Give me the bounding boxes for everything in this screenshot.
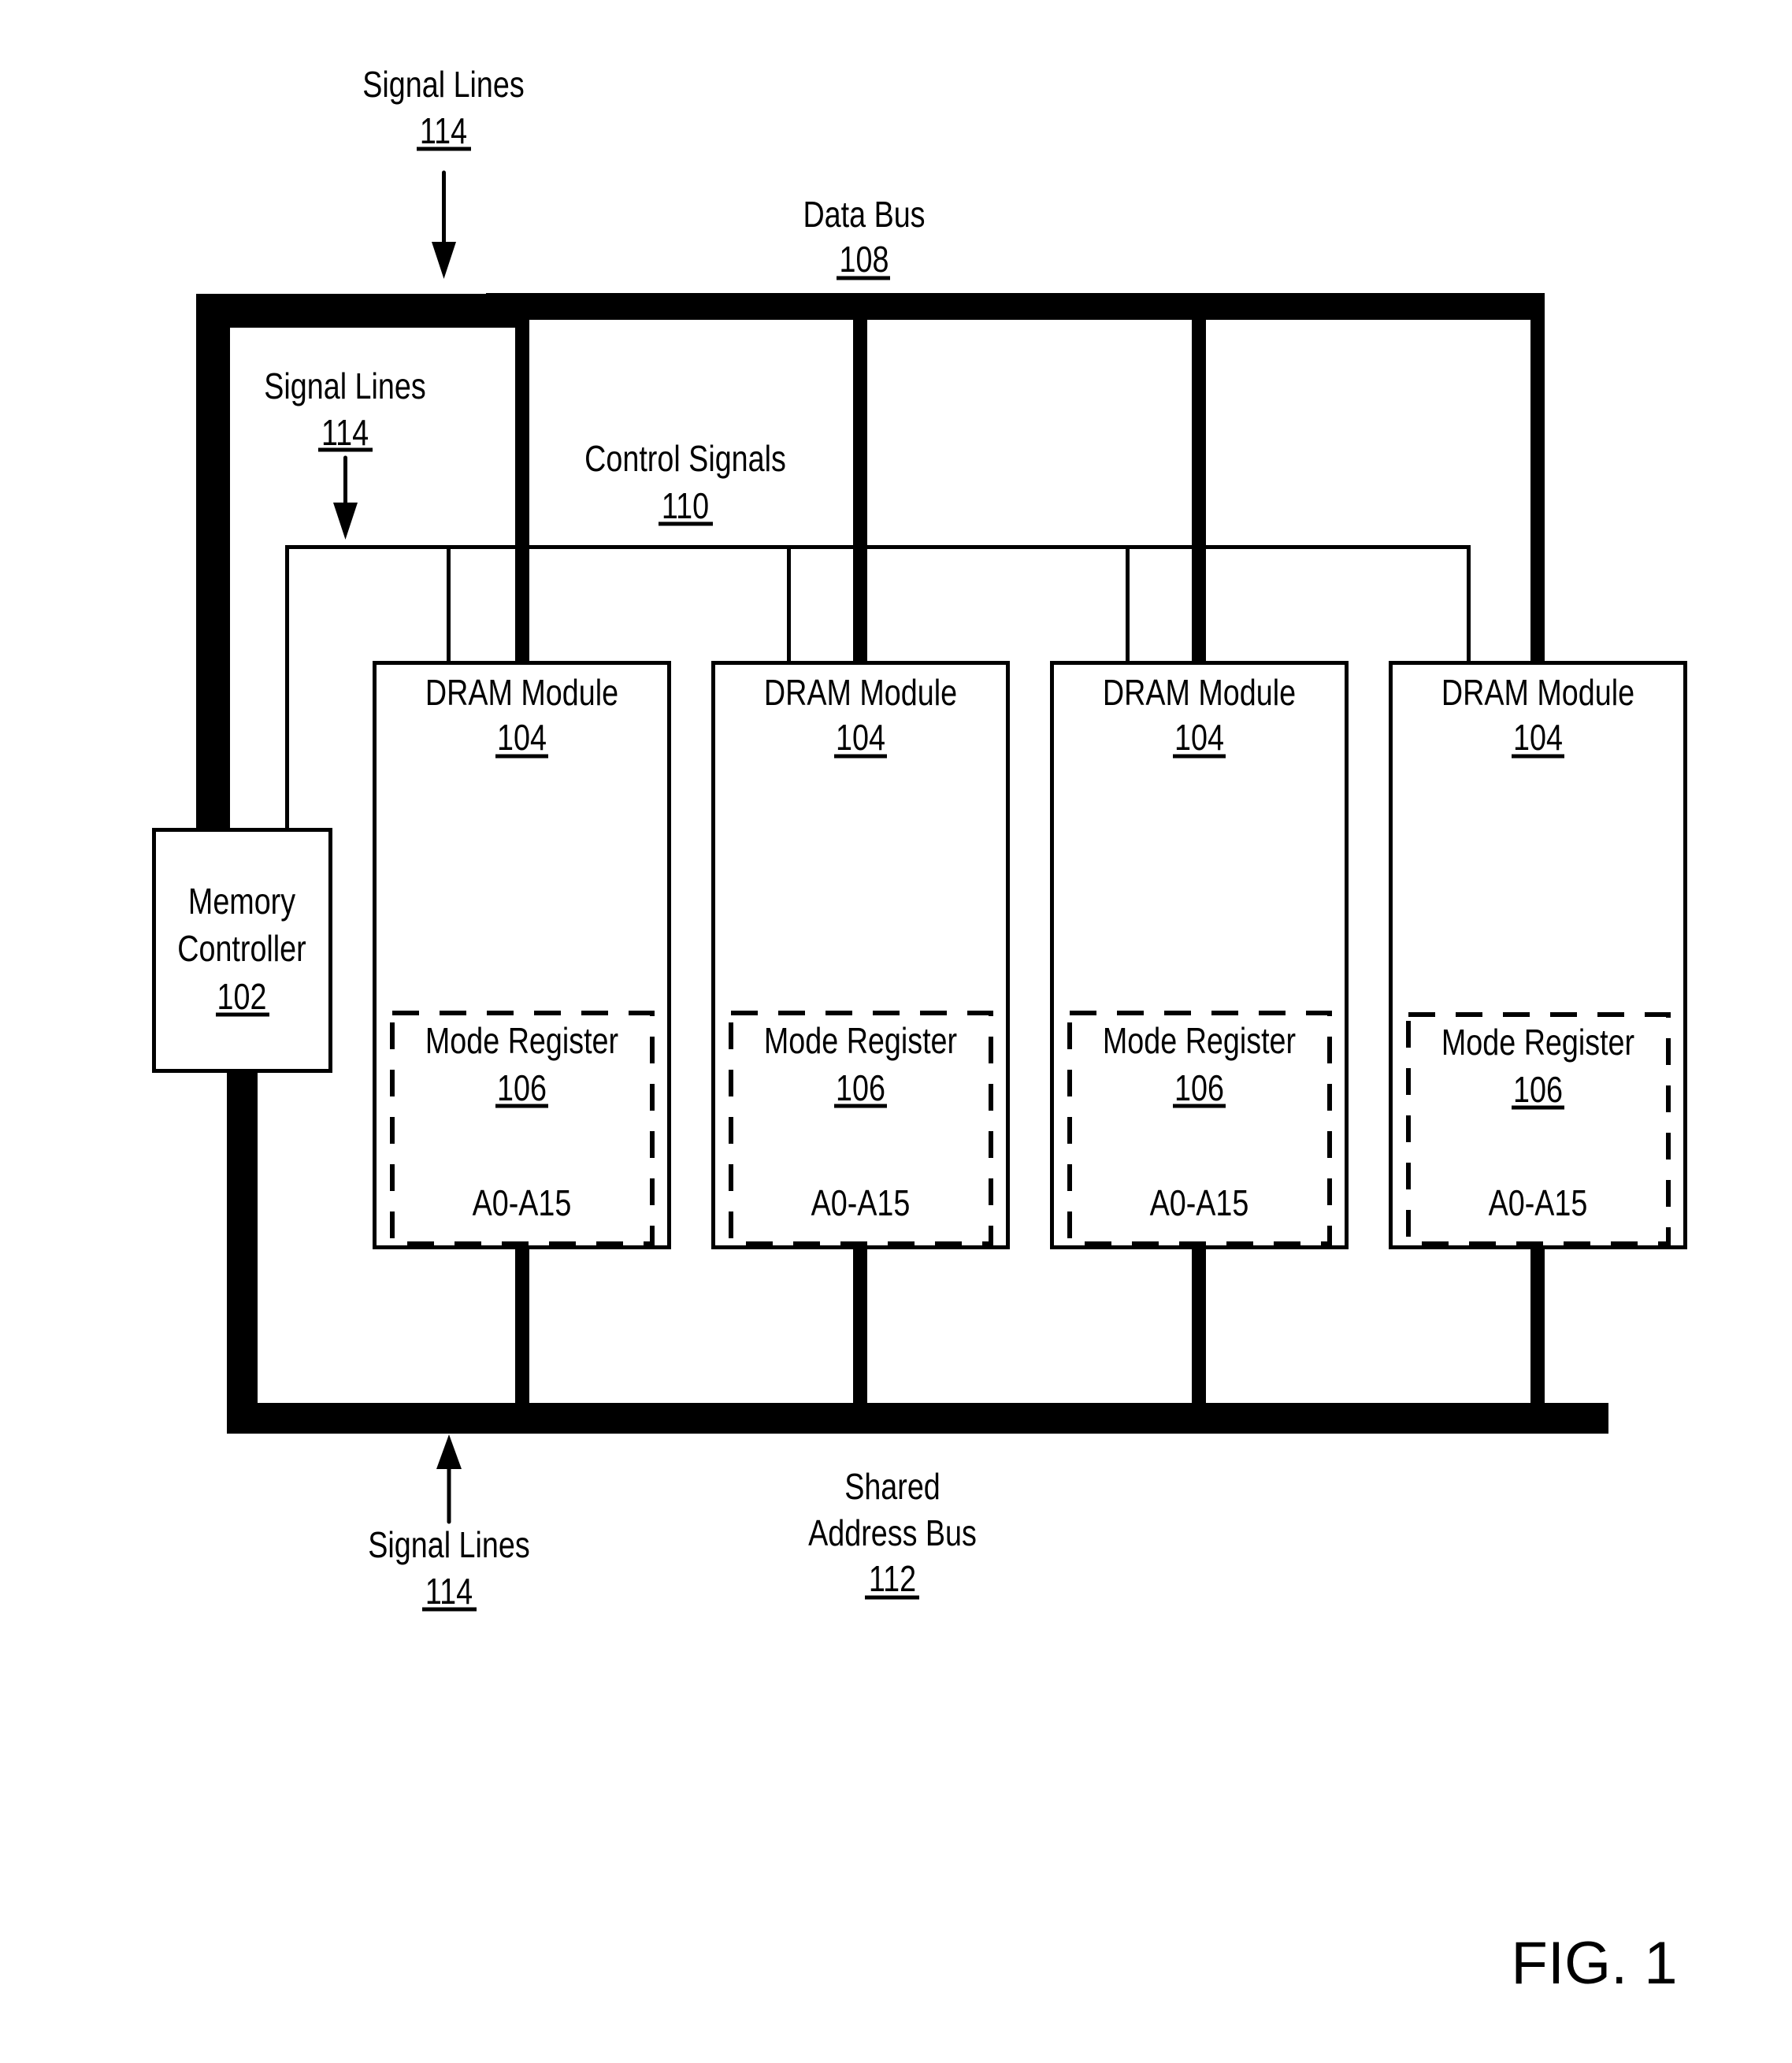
signal-lines-top-label: Signal Lines: [362, 64, 524, 104]
figure-caption: FIG. 1: [1511, 1930, 1677, 1997]
mode-register-pins: A0-A15: [1489, 1182, 1588, 1223]
signal-lines-inner-label: Signal Lines: [264, 365, 425, 406]
shared-address-bus-label-line1: Shared: [844, 1466, 941, 1506]
mode-register: Mode Register 106 A0-A15: [390, 1011, 655, 1246]
shared-address-bus-label-group: Shared Address Bus 112: [808, 1466, 977, 1600]
mode-register: Mode Register 106 A0-A15: [1406, 1012, 1671, 1246]
signal-lines-bottom-ref: 114: [425, 1571, 473, 1611]
address-bus-drop-3: [1192, 1249, 1206, 1407]
address-bus-horizontal: [227, 1403, 1608, 1434]
dram-module-ref: 104: [1174, 717, 1224, 757]
data-bus-drop-3: [1192, 293, 1206, 662]
memory-controller-label-line2: Controller: [177, 928, 306, 968]
shared-address-bus-ref: 112: [869, 1558, 916, 1598]
dram-module-ref: 104: [836, 717, 885, 757]
memory-controller-label-line1: Memory: [188, 881, 295, 921]
dram-module: DRAM Module 104 Mode Register 106 A0-A15: [711, 661, 1010, 1249]
signal-lines-bottom-label: Signal Lines: [368, 1524, 529, 1564]
control-signals-label: Control Signals: [584, 438, 786, 478]
dram-module-label: DRAM Module: [1441, 672, 1634, 712]
data-bus-right-vertical: [1530, 293, 1545, 662]
dram-module: DRAM Module 104 Mode Register 106 A0-A15: [1389, 661, 1687, 1249]
arrow-down-icon: [333, 455, 358, 540]
mode-register: Mode Register 106 A0-A15: [1067, 1011, 1332, 1246]
signal-lines-bottom: Signal Lines 114: [368, 1434, 530, 1612]
memory-controller-ref: 102: [217, 976, 267, 1016]
signal-lines-inner: Signal Lines 114: [264, 365, 426, 540]
shared-address-bus: [227, 1073, 1608, 1434]
mode-register-pins: A0-A15: [473, 1182, 572, 1223]
dram-module-label: DRAM Module: [764, 672, 957, 712]
data-bus-ref: 108: [840, 239, 889, 279]
mode-register-ref: 106: [1174, 1067, 1224, 1108]
mode-register: Mode Register 106 A0-A15: [729, 1011, 993, 1246]
address-bus-left-vertical: [227, 1073, 258, 1434]
address-bus-drop-2: [853, 1249, 867, 1407]
data-bus-label: Data Bus: [803, 194, 925, 234]
dram-module-label: DRAM Module: [1103, 672, 1296, 712]
control-signals-ref: 110: [662, 485, 709, 525]
shared-address-bus-label-line2: Address Bus: [808, 1512, 977, 1553]
memory-controller: Memory Controller 102: [152, 828, 332, 1073]
signal-lines-top-ref: 114: [420, 110, 467, 150]
mode-register-ref: 106: [497, 1067, 547, 1108]
mode-register-label: Mode Register: [1441, 1022, 1634, 1062]
mode-register-ref: 106: [1513, 1069, 1563, 1109]
arrow-up-icon: [436, 1434, 462, 1524]
dram-module: DRAM Module 104 Mode Register 106 A0-A15: [1050, 661, 1349, 1249]
mode-register-label: Mode Register: [764, 1020, 957, 1060]
mode-register-pins: A0-A15: [811, 1182, 911, 1223]
data-bus-drop-2: [853, 293, 867, 662]
dram-module-label: DRAM Module: [425, 672, 618, 712]
dram-module-ref: 104: [1513, 717, 1563, 757]
data-bus-left-vertical: [196, 294, 230, 828]
memory-system-diagram: Memory Controller 102 DRAM Module 104 Mo…: [152, 64, 1687, 1997]
mode-register-label: Mode Register: [1103, 1020, 1296, 1060]
data-bus-top-left-segment: [196, 294, 529, 328]
signal-lines-top: Signal Lines 114: [362, 64, 525, 279]
mode-register-pins: A0-A15: [1150, 1182, 1249, 1223]
address-bus-drop-4: [1530, 1249, 1545, 1407]
data-bus-label-group: Data Bus 108: [803, 194, 926, 280]
dram-module: DRAM Module 104 Mode Register 106 A0-A15: [373, 661, 671, 1249]
data-bus-top-horizontal: [486, 293, 1545, 320]
signal-lines-inner-ref: 114: [321, 412, 369, 452]
dram-module-ref: 104: [497, 717, 547, 757]
arrow-down-icon: [432, 170, 456, 279]
mode-register-ref: 106: [836, 1067, 885, 1108]
mode-register-label: Mode Register: [425, 1020, 618, 1060]
control-signals-label-group: Control Signals 110: [584, 438, 786, 525]
address-bus-drop-1: [515, 1249, 529, 1407]
data-bus-drop-1: [515, 293, 529, 662]
